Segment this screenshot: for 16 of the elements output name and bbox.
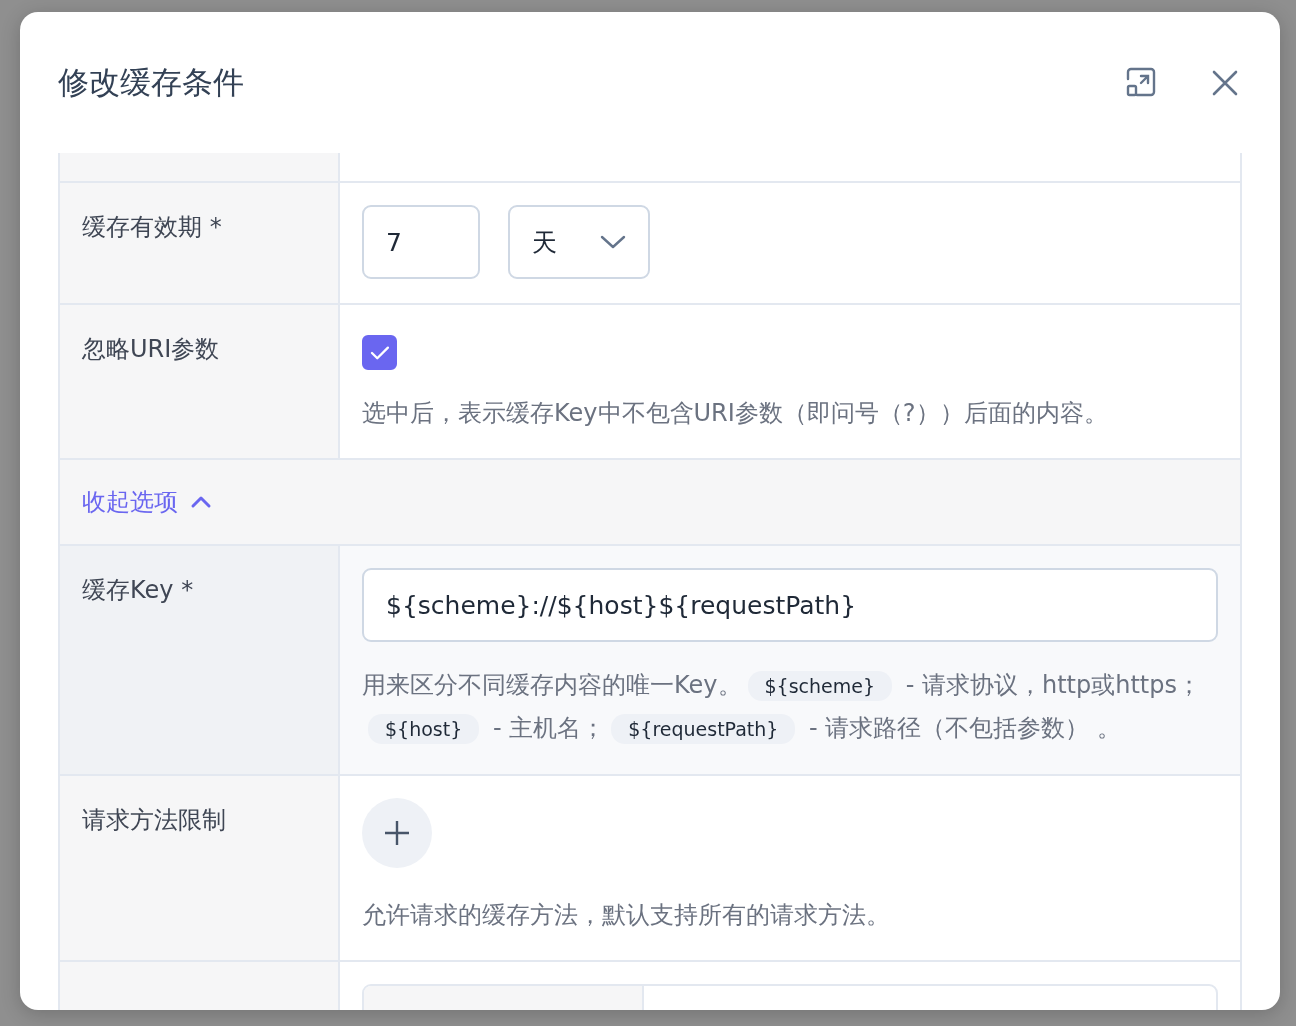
chevron-up-icon xyxy=(190,495,212,509)
field-label: 请求方法限制 xyxy=(82,806,226,834)
cache-key-field[interactable]: ${scheme}://${host}${requestPath} xyxy=(362,568,1218,642)
collapse-options-link[interactable]: 收起选项 xyxy=(82,486,212,518)
field-label: 缓存有效期 * xyxy=(82,213,222,241)
dialog-title: 修改缓存条件 xyxy=(58,62,245,102)
field-label: 忽略URI参数 xyxy=(82,335,220,363)
plus-icon xyxy=(384,820,410,846)
help-text: 选中后，表示缓存Key中不包含URI参数（即问号（?））后面的内容。 xyxy=(362,398,1109,429)
help-text: 用来区分不同缓存内容的唯一Key。 ${scheme} - 请求协议，http或https； ${host} - 主机名； ${requestPath} - 请求路径（不包括参数） 。 xyxy=(362,670,1202,746)
unit-dropdown[interactable]: 天 xyxy=(508,205,650,279)
number-field[interactable]: 7 xyxy=(362,205,480,279)
checkbox[interactable] xyxy=(362,335,397,370)
chevron-down-icon xyxy=(600,234,626,250)
help-text: 允许请求的缓存方法，默认支持所有的请求方法。 xyxy=(362,900,891,931)
field-label: 缓存Key * xyxy=(82,576,194,604)
